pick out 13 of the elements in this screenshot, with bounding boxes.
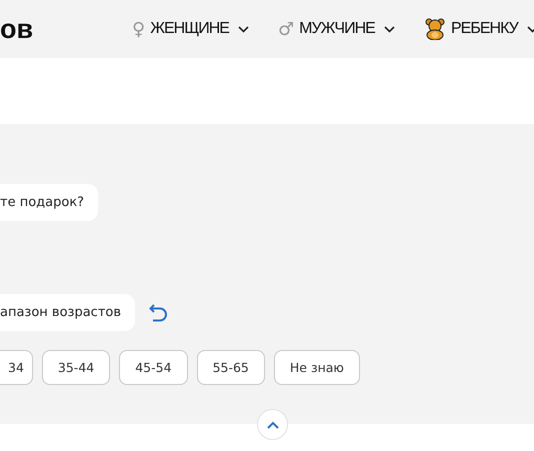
male-symbol-icon: ♂	[278, 18, 294, 40]
logo[interactable]: ов	[0, 14, 132, 44]
age-option-button[interactable]: 34	[0, 350, 33, 385]
nav-link[interactable]: РЕБЕНКУ	[451, 20, 518, 38]
female-symbol-icon: ♀	[132, 18, 146, 40]
nav-link[interactable]: МУЖЧИНЕ	[299, 20, 375, 38]
age-option-button[interactable]: Не знаю	[274, 350, 360, 385]
chat-message: те подарок?	[0, 184, 98, 221]
age-option-button[interactable]: 55-65	[196, 350, 265, 385]
age-option-button[interactable]: 35-44	[42, 350, 110, 385]
nav-link[interactable]: ЖЕНЩИНЕ	[150, 20, 229, 38]
age-option-button[interactable]: 45-54	[119, 350, 188, 385]
chat-message: апазон возрастов	[0, 294, 136, 331]
